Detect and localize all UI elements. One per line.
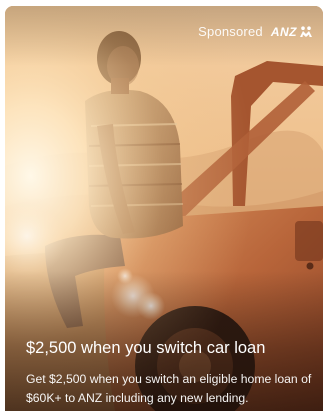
sponsored-label: Sponsored: [198, 24, 263, 39]
ad-description: Get $2,500 when you switch an eligible h…: [26, 372, 312, 405]
sponsor-row: Sponsored ANZ: [198, 24, 313, 39]
brand-name: ANZ: [270, 24, 297, 39]
sponsored-ad-card[interactable]: Sponsored ANZ $2,500 when you switch car…: [5, 6, 323, 411]
anz-people-icon: [300, 25, 312, 37]
ad-title[interactable]: $2,500 when you switch car loan: [26, 339, 265, 358]
brand-logo[interactable]: ANZ: [271, 25, 313, 39]
